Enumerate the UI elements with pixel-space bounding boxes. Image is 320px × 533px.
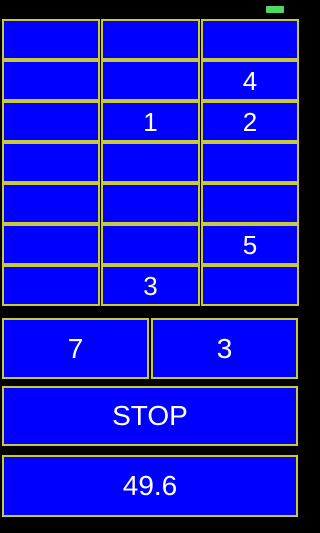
answer-row: 7 3 (2, 318, 298, 379)
grid-cell[interactable] (201, 183, 299, 224)
timer-display: 49.6 (2, 455, 298, 517)
grid-cell[interactable] (101, 183, 200, 224)
grid-cell[interactable] (2, 183, 100, 224)
grid-cell[interactable] (101, 142, 200, 183)
grid-cell[interactable] (101, 224, 200, 265)
grid-cell[interactable] (2, 101, 100, 142)
grid-cell[interactable] (201, 19, 299, 60)
grid-cell[interactable]: 5 (201, 224, 299, 265)
grid-cell[interactable]: 4 (201, 60, 299, 101)
grid-cell[interactable] (2, 224, 100, 265)
status-bar (0, 0, 300, 18)
battery-icon (266, 6, 284, 13)
grid-cell[interactable] (2, 60, 100, 101)
answer-button-left[interactable]: 7 (2, 318, 149, 379)
grid-cell[interactable]: 3 (101, 265, 200, 306)
grid-cell[interactable] (2, 265, 100, 306)
grid-cell[interactable] (2, 142, 100, 183)
grid-cell[interactable] (101, 60, 200, 101)
grid-cell[interactable] (201, 265, 299, 306)
grid-cell[interactable] (201, 142, 299, 183)
number-grid: 4 1 2 5 3 (2, 19, 299, 306)
grid-cell[interactable]: 2 (201, 101, 299, 142)
answer-button-right[interactable]: 3 (151, 318, 298, 379)
grid-cell[interactable] (2, 19, 100, 60)
grid-cell[interactable]: 1 (101, 101, 200, 142)
stop-button[interactable]: STOP (2, 386, 298, 446)
grid-cell[interactable] (101, 19, 200, 60)
